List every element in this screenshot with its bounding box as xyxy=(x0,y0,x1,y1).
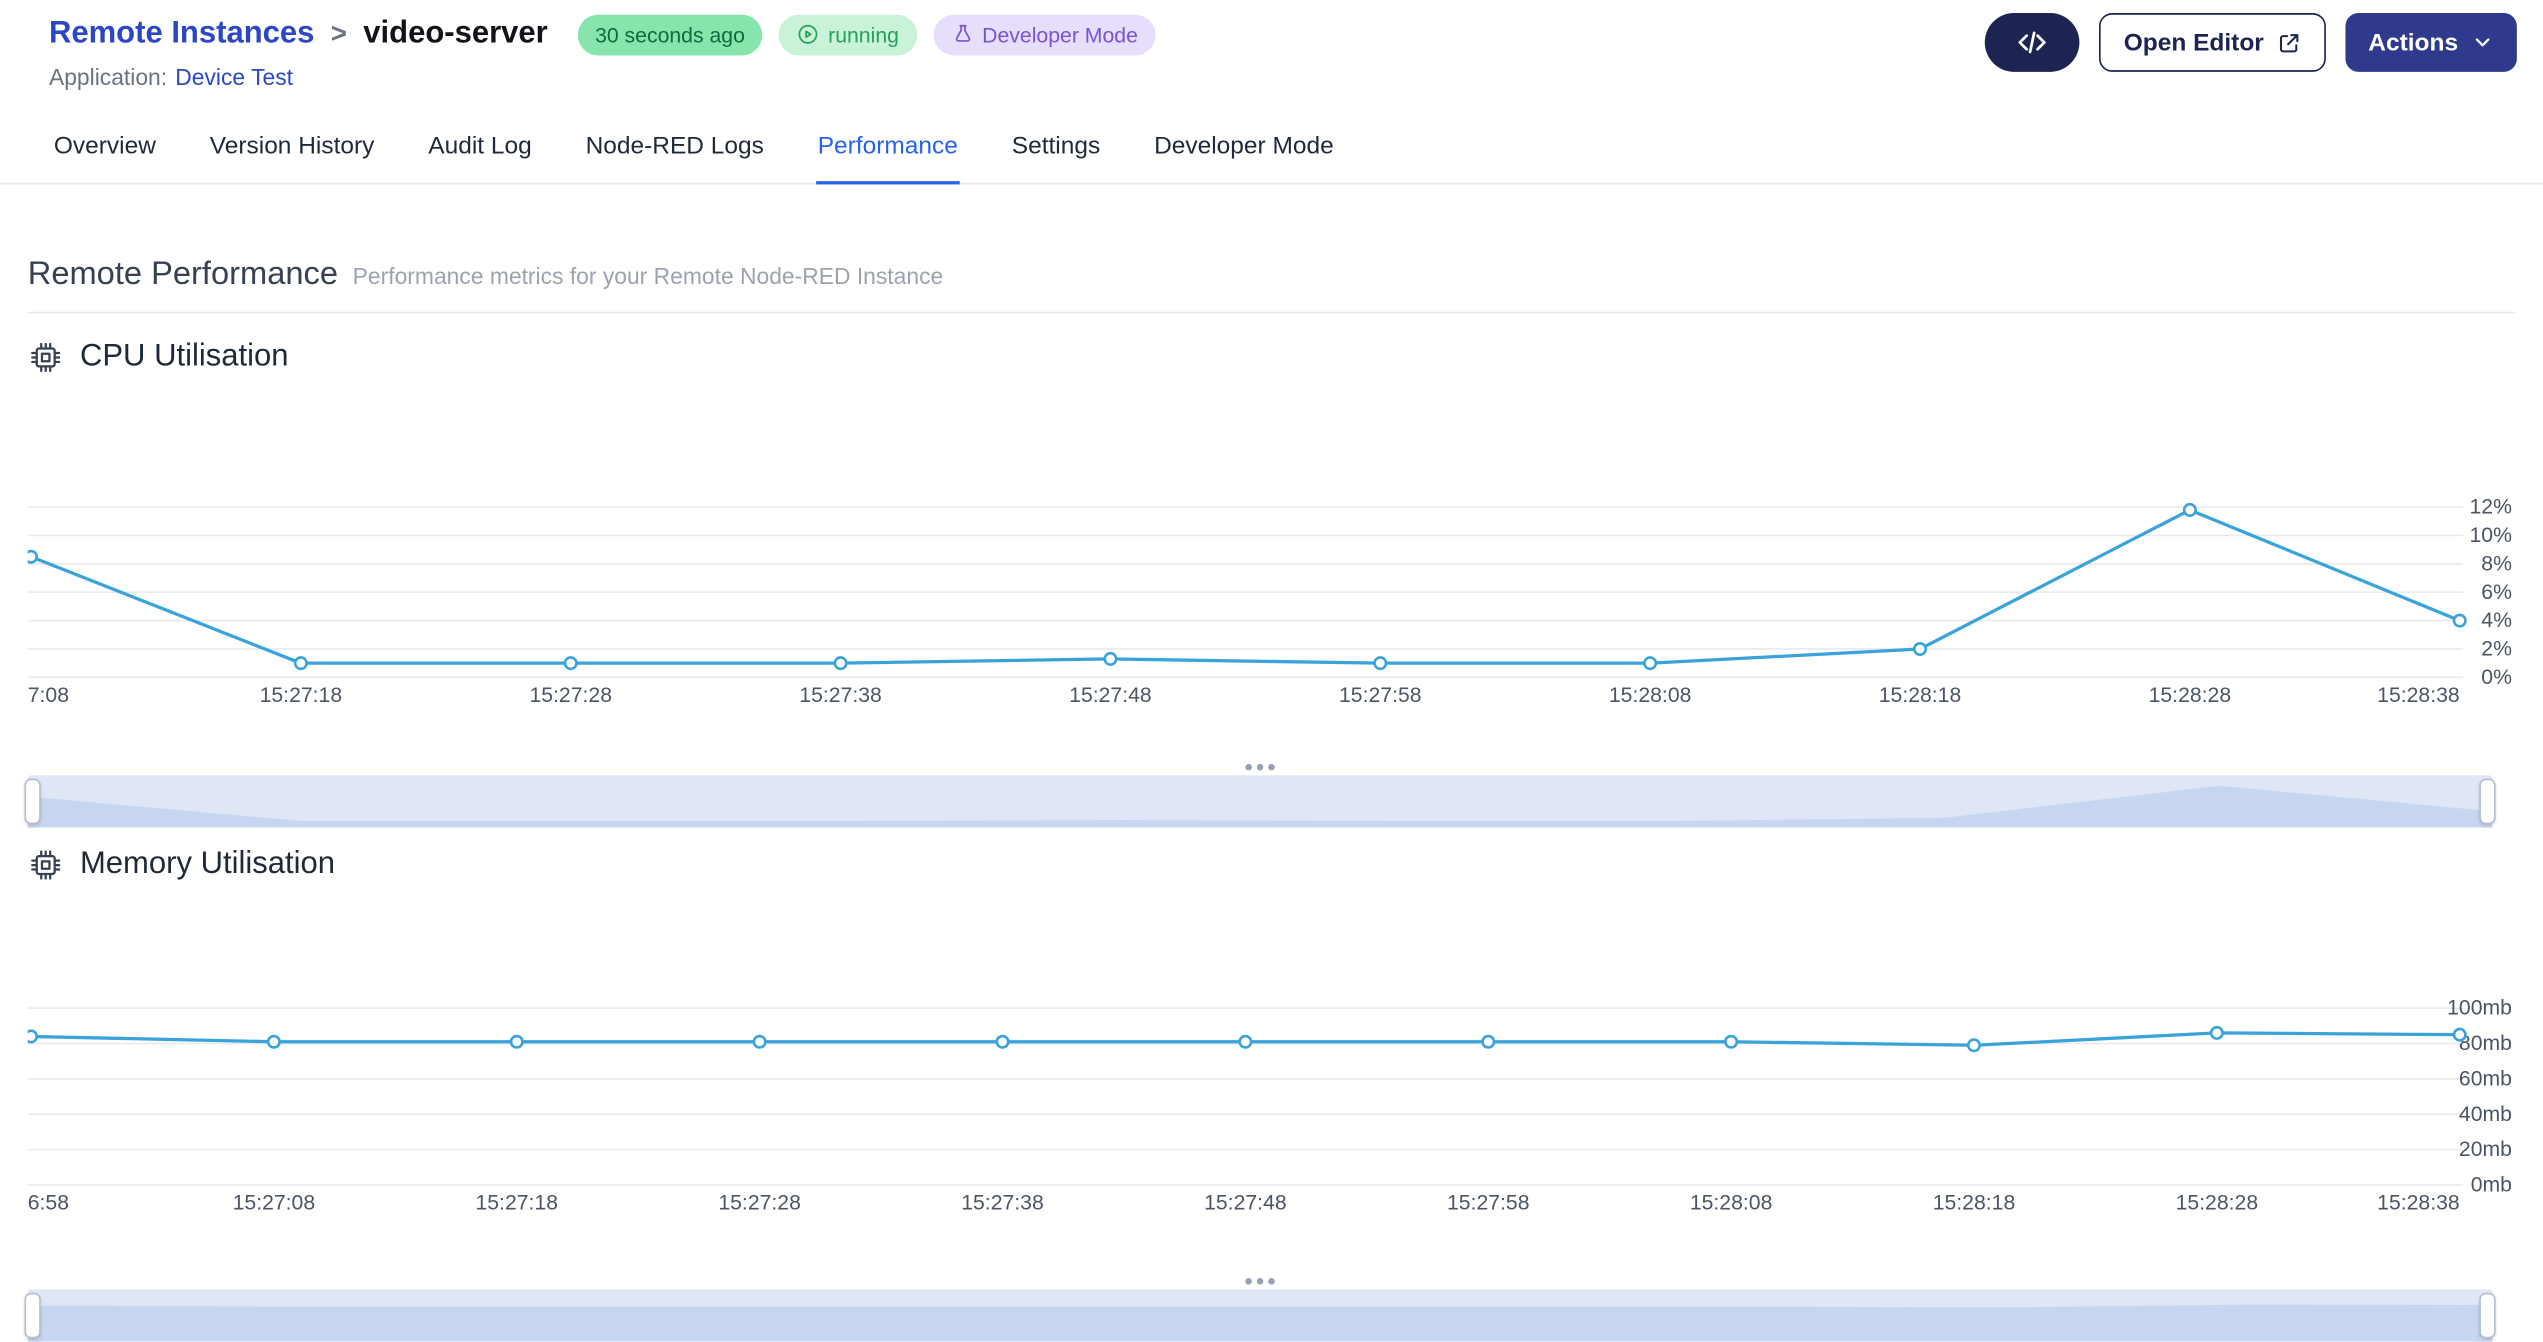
svg-text:0mb: 0mb xyxy=(2471,1174,2512,1197)
section-divider xyxy=(27,311,2516,314)
instance-header: Remote Instances > video-server 30 secon… xyxy=(0,0,2543,90)
cpu-brush-handle-left[interactable] xyxy=(24,778,41,825)
brush-grip-dots-icon[interactable] xyxy=(28,759,2493,775)
svg-text:12%: 12% xyxy=(2470,496,2513,519)
svg-text:15:27:18: 15:27:18 xyxy=(260,684,343,707)
svg-text:15:28:08: 15:28:08 xyxy=(1690,1191,1773,1214)
memory-section-title: Memory Utilisation xyxy=(79,847,336,882)
header-left: Remote Instances > video-server 30 secon… xyxy=(49,10,1156,90)
status-label: running xyxy=(828,22,899,47)
memory-chart-brush[interactable] xyxy=(24,1273,2496,1342)
cpu-chart[interactable]: 0% 2% 4% 6% 8% 10% 12% 7:08 15:27:18 15:27:28 15:2… xyxy=(27,380,2515,707)
svg-text:10%: 10% xyxy=(2470,524,2513,547)
code-icon xyxy=(2018,31,2046,54)
tab-node-red-logs[interactable]: Node-RED Logs xyxy=(584,113,766,185)
svg-text:8%: 8% xyxy=(2481,552,2512,575)
tab-overview[interactable]: Overview xyxy=(52,113,157,185)
svg-text:60mb: 60mb xyxy=(2459,1067,2512,1090)
svg-text:15:28:08: 15:28:08 xyxy=(1609,684,1692,707)
page-title: Remote Performance xyxy=(27,256,338,293)
svg-text:20mb: 20mb xyxy=(2459,1138,2512,1161)
svg-text:15:27:18: 15:27:18 xyxy=(475,1191,558,1214)
breadcrumb: Remote Instances > video-server 30 secon… xyxy=(49,10,1156,59)
cpu-minimap xyxy=(27,785,2493,828)
memory-brush-handle-left[interactable] xyxy=(24,1292,41,1339)
memory-brush-handle-right[interactable] xyxy=(2479,1292,2496,1339)
header-actions: Open Editor Actions xyxy=(1984,13,2517,72)
svg-text:15:28:28: 15:28:28 xyxy=(2149,684,2232,707)
memory-chart[interactable]: 0mb 20mb 40mb 60mb 80mb 100mb 6:58 15:27:08 15:2… xyxy=(27,888,2515,1214)
breadcrumb-current-instance: video-server xyxy=(363,16,548,51)
svg-text:15:28:18: 15:28:18 xyxy=(1933,1191,2016,1214)
open-editor-label: Open Editor xyxy=(2123,28,2264,57)
brush-grip-dots-icon[interactable] xyxy=(28,1273,2493,1289)
memory-chip-icon xyxy=(31,850,61,880)
last-seen-badge: 30 seconds ago xyxy=(577,13,763,55)
svg-text:15:27:48: 15:27:48 xyxy=(1069,684,1152,707)
cpu-brush-track[interactable] xyxy=(24,775,2496,828)
breadcrumb-separator: > xyxy=(330,17,347,49)
external-link-icon xyxy=(2279,33,2299,52)
svg-text:4%: 4% xyxy=(2481,609,2512,632)
svg-text:15:28:38: 15:28:38 xyxy=(2377,1191,2460,1214)
svg-text:100mb: 100mb xyxy=(2447,997,2512,1020)
instance-tabs: Overview Version History Audit Log Node-… xyxy=(0,113,2543,185)
svg-text:80mb: 80mb xyxy=(2459,1032,2512,1055)
chevron-down-icon xyxy=(2475,38,2490,47)
status-badge: running xyxy=(779,13,917,55)
svg-text:15:27:48: 15:27:48 xyxy=(1204,1191,1287,1214)
cpu-utilisation-section: CPU Utilisation 0% 2% 4% 6% 8% 10% 12% 7:08 15:2… xyxy=(24,336,2515,828)
play-circle-icon xyxy=(799,24,818,44)
application-label: Application: xyxy=(48,63,168,90)
svg-text:15:27:38: 15:27:38 xyxy=(961,1191,1044,1214)
svg-text:0%: 0% xyxy=(2481,666,2512,689)
actions-label: Actions xyxy=(2368,28,2459,57)
cpu-brush-handle-right[interactable] xyxy=(2479,778,2496,825)
tab-performance[interactable]: Performance xyxy=(816,113,960,185)
page-subtitle: Performance metrics for your Remote Node… xyxy=(352,262,944,289)
cpu-section-header: CPU Utilisation xyxy=(28,336,2515,378)
svg-text:15:28:38: 15:28:38 xyxy=(2377,684,2460,707)
svg-text:15:28:28: 15:28:28 xyxy=(2176,1191,2259,1214)
tab-developer-mode[interactable]: Developer Mode xyxy=(1152,113,1335,185)
open-editor-button[interactable]: Open Editor xyxy=(2099,13,2326,72)
svg-text:6:58: 6:58 xyxy=(28,1191,69,1214)
last-seen-label: 30 seconds ago xyxy=(595,22,745,47)
cpu-chart-brush[interactable] xyxy=(24,759,2496,828)
svg-text:15:27:28: 15:27:28 xyxy=(529,684,612,707)
developer-mode-label: Developer Mode xyxy=(982,22,1138,47)
svg-text:2%: 2% xyxy=(2481,638,2512,661)
svg-text:15:27:08: 15:27:08 xyxy=(233,1191,316,1214)
beaker-icon xyxy=(955,24,970,42)
svg-text:15:28:18: 15:28:18 xyxy=(1879,684,1962,707)
tab-version-history[interactable]: Version History xyxy=(208,113,376,185)
cpu-chip-icon xyxy=(31,342,61,373)
editor-code-toggle[interactable] xyxy=(1984,13,2080,72)
app-window: Remote Instances > video-server 30 secon… xyxy=(0,0,2543,1342)
svg-text:7:08: 7:08 xyxy=(28,684,69,707)
svg-text:15:27:58: 15:27:58 xyxy=(1339,684,1422,707)
svg-text:6%: 6% xyxy=(2481,581,2512,604)
actions-button[interactable]: Actions xyxy=(2345,13,2517,72)
tab-settings[interactable]: Settings xyxy=(1010,113,1102,185)
application-link[interactable]: Device Test xyxy=(175,64,293,90)
svg-text:15:27:28: 15:27:28 xyxy=(718,1191,801,1214)
svg-text:15:27:58: 15:27:58 xyxy=(1447,1191,1530,1214)
breadcrumb-remote-instances[interactable]: Remote Instances xyxy=(49,16,314,52)
tab-audit-log[interactable]: Audit Log xyxy=(427,113,534,185)
page-head: Remote Performance Performance metrics f… xyxy=(28,256,2515,294)
cpu-section-title: CPU Utilisation xyxy=(79,339,289,374)
memory-utilisation-section: Memory Utilisation 0mb 20mb 40mb 60mb 80mb 10… xyxy=(24,844,2515,1342)
memory-section-header: Memory Utilisation xyxy=(28,844,2515,886)
developer-mode-badge: Developer Mode xyxy=(933,13,1156,55)
application-row: Application: Device Test xyxy=(49,64,1156,90)
svg-text:15:27:38: 15:27:38 xyxy=(799,684,882,707)
performance-panel: Remote Performance Performance metrics f… xyxy=(0,256,2543,1342)
svg-text:40mb: 40mb xyxy=(2459,1103,2512,1126)
